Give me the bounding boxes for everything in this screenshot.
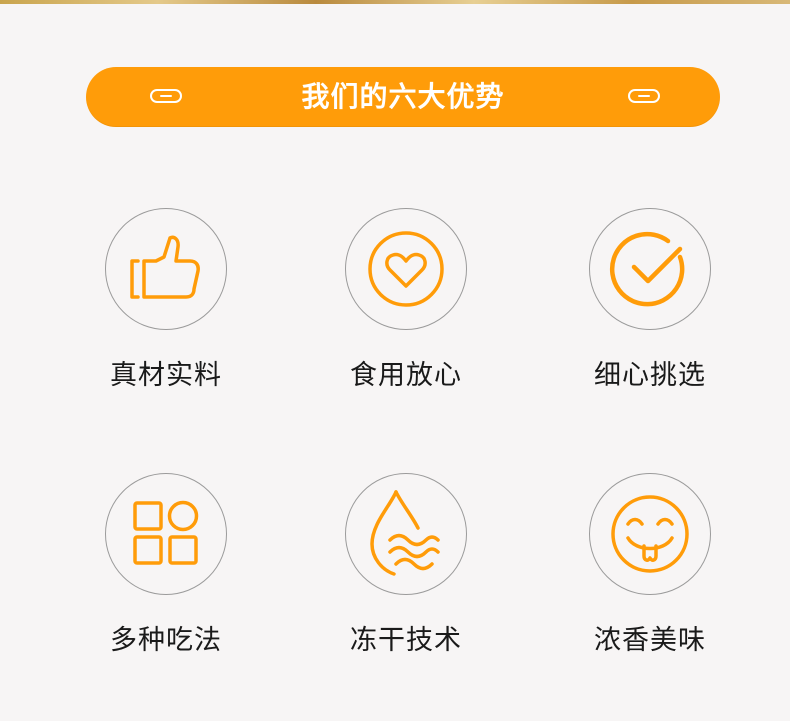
feature-item: 真材实料 <box>76 208 256 396</box>
feature-item: 冻干技术 <box>316 473 496 661</box>
feature-label: 食用放心 <box>350 360 462 391</box>
top-image-strip <box>0 0 790 4</box>
feature-item: 细心挑选 <box>560 208 740 396</box>
thumbs-up-icon <box>130 235 200 299</box>
icon-circle <box>345 473 467 595</box>
feature-label: 细心挑选 <box>594 360 706 391</box>
feature-item: 食用放心 <box>316 208 496 396</box>
pill-ornament-icon <box>628 89 660 103</box>
smiley-face-icon <box>611 495 689 573</box>
section-header-banner: 我们的六大优势 <box>86 67 720 127</box>
feature-label: 多种吃法 <box>110 625 222 656</box>
grid-icon <box>133 500 199 565</box>
icon-circle <box>105 473 227 595</box>
feature-label: 真材实料 <box>110 360 222 391</box>
water-drop-icon <box>370 490 440 576</box>
icon-circle <box>345 208 467 330</box>
icon-circle <box>589 208 711 330</box>
feature-item: 浓香美味 <box>560 473 740 661</box>
icon-circle <box>105 208 227 330</box>
feature-label: 浓香美味 <box>594 625 706 656</box>
feature-item: 多种吃法 <box>76 473 256 661</box>
section-title: 我们的六大优势 <box>301 80 505 113</box>
feature-label: 冻干技术 <box>350 625 462 656</box>
checkmark-icon <box>609 231 685 307</box>
heart-icon <box>368 231 444 307</box>
icon-circle <box>589 473 711 595</box>
